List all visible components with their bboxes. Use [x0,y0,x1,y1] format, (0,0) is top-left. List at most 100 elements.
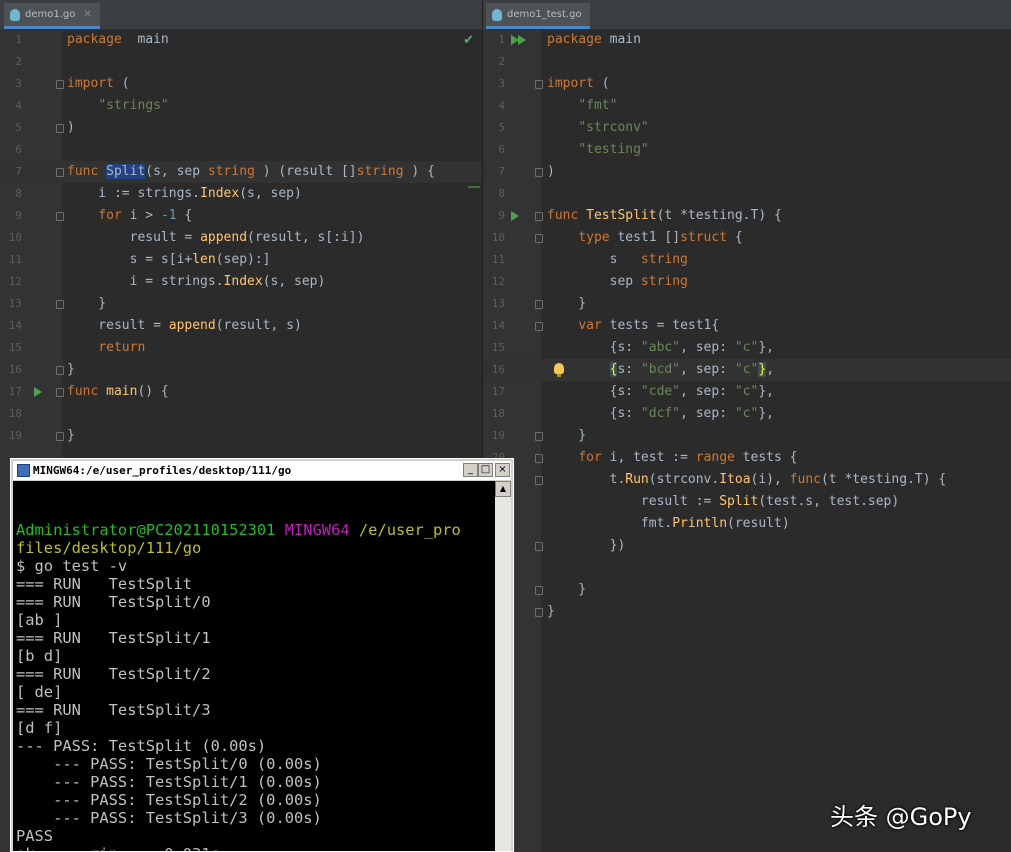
line-number[interactable]: 19 [483,425,505,447]
code-line[interactable]: 1 package main [0,29,482,51]
intention-bulb-icon[interactable] [554,363,564,377]
close-button[interactable]: × [495,463,510,477]
line-number[interactable]: 10 [483,227,505,249]
line-number[interactable]: 13 [0,293,22,315]
fold-toggle-icon[interactable] [56,168,64,177]
line-number[interactable]: 1 [0,29,22,51]
code-line[interactable]: 19} [0,425,482,447]
code-line[interactable]: 8 [483,183,1011,205]
fold-toggle-icon[interactable] [535,322,543,331]
run-gutter-icon[interactable] [511,35,526,45]
fold-toggle-icon[interactable] [535,542,543,551]
code-line[interactable]: 18 {s: "dcf", sep: "c"}, [483,403,1011,425]
code-line[interactable]: 17 {s: "cde", sep: "c"}, [483,381,1011,403]
terminal-title-bar[interactable]: MINGW64:/e/user_profiles/desktop/111/go … [13,461,511,480]
line-number[interactable]: 11 [0,249,22,271]
line-number[interactable]: 6 [0,139,22,161]
line-number[interactable]: 5 [0,117,22,139]
line-number[interactable]: 12 [483,271,505,293]
code-line[interactable]: 22 result := Split(test.s, test.sep) [483,491,1011,513]
code-line[interactable]: 5) [0,117,482,139]
line-number[interactable]: 7 [0,161,22,183]
code-line[interactable]: 17 func main() { [0,381,482,403]
code-line[interactable]: 9 func TestSplit(t *testing.T) { [483,205,1011,227]
line-number[interactable]: 18 [483,403,505,425]
code-line[interactable]: 24 }) [483,535,1011,557]
line-number[interactable]: 3 [483,73,505,95]
terminal-scrollbar[interactable]: ▲ [495,481,511,851]
line-number[interactable]: 15 [483,337,505,359]
line-number[interactable]: 8 [483,183,505,205]
code-line[interactable]: 13 } [0,293,482,315]
line-number[interactable]: 7 [483,161,505,183]
line-number[interactable]: 4 [0,95,22,117]
code-line[interactable]: 3 import ( [483,73,1011,95]
code-line[interactable]: 11 s = s[i+len(sep):] [0,249,482,271]
run-gutter-icon[interactable] [34,387,42,397]
line-number[interactable]: 3 [0,73,22,95]
code-line[interactable]: 9 for i > -1 { [0,205,482,227]
minimize-button[interactable]: _ [463,463,478,477]
code-line[interactable]: 18 [0,403,482,425]
line-number[interactable]: 2 [0,51,22,73]
line-number[interactable]: 6 [483,139,505,161]
line-number[interactable]: 13 [483,293,505,315]
code-line[interactable]: 16 {s: "bcd", sep: "c"}, [483,359,1011,381]
close-tab-icon[interactable]: ✕ [83,9,91,20]
code-line[interactable]: 12 i = strings.Index(s, sep) [0,271,482,293]
code-line[interactable]: 10 result = append(result, s[:i]) [0,227,482,249]
line-number[interactable]: 11 [483,249,505,271]
code-line[interactable]: 13 } [483,293,1011,315]
fold-toggle-icon[interactable] [56,212,64,221]
code-line[interactable]: 8 i := strings.Index(s, sep) [0,183,482,205]
line-number[interactable]: 14 [483,315,505,337]
line-number[interactable]: 16 [483,359,505,381]
scroll-up-icon[interactable]: ▲ [495,481,511,497]
line-number[interactable]: 17 [483,381,505,403]
inspection-ok-icon[interactable]: ✔ [463,33,474,48]
code-line[interactable]: 16} [0,359,482,381]
fold-toggle-icon[interactable] [535,586,543,595]
line-number[interactable]: 14 [0,315,22,337]
line-number[interactable]: 18 [0,403,22,425]
code-line[interactable]: 20 for i, test := range tests { [483,447,1011,469]
code-line[interactable]: 12 sep string [483,271,1011,293]
code-line[interactable]: 6 [0,139,482,161]
fold-toggle-icon[interactable] [56,366,64,375]
fold-toggle-icon[interactable] [535,168,543,177]
code-line[interactable]: 15 return [0,337,482,359]
fold-toggle-icon[interactable] [535,212,543,221]
code-line[interactable]: 10 type test1 []struct { [483,227,1011,249]
line-number[interactable]: 12 [0,271,22,293]
line-number[interactable]: 8 [0,183,22,205]
fold-toggle-icon[interactable] [56,300,64,309]
fold-toggle-icon[interactable] [535,300,543,309]
fold-toggle-icon[interactable] [535,476,543,485]
tab-demo1-go[interactable]: demo1.go ✕ [4,3,100,29]
code-line[interactable]: 3 import ( [0,73,482,95]
line-number[interactable]: 17 [0,381,22,403]
code-line[interactable]: 4 "strings" [0,95,482,117]
fold-toggle-icon[interactable] [535,234,543,243]
code-line[interactable]: 27} [483,601,1011,623]
code-line[interactable]: 7 func Split(s, sep string ) (result []st… [0,161,482,183]
code-line[interactable]: 19 } [483,425,1011,447]
fold-toggle-icon[interactable] [535,608,543,617]
line-number[interactable]: 9 [0,205,22,227]
line-number[interactable]: 1 [483,29,505,51]
code-line[interactable]: 14 result = append(result, s) [0,315,482,337]
code-line[interactable]: 7) [483,161,1011,183]
line-number[interactable]: 2 [483,51,505,73]
code-line[interactable]: 2 [0,51,482,73]
maximize-button[interactable]: □ [478,463,493,477]
right-code-area[interactable]: 1 package main 2 3 import (4 "fmt" 5 "strconv… [483,29,1011,852]
fold-toggle-icon[interactable] [535,454,543,463]
code-line[interactable]: 23 fmt.Println(result) [483,513,1011,535]
code-line[interactable]: 25 [483,557,1011,579]
line-number[interactable]: 9 [483,205,505,227]
code-line[interactable]: 6 "testing" [483,139,1011,161]
fold-toggle-icon[interactable] [56,80,64,89]
code-line[interactable]: 2 [483,51,1011,73]
fold-toggle-icon[interactable] [56,432,64,441]
mingw-terminal-window[interactable]: MINGW64:/e/user_profiles/desktop/111/go … [10,458,514,852]
